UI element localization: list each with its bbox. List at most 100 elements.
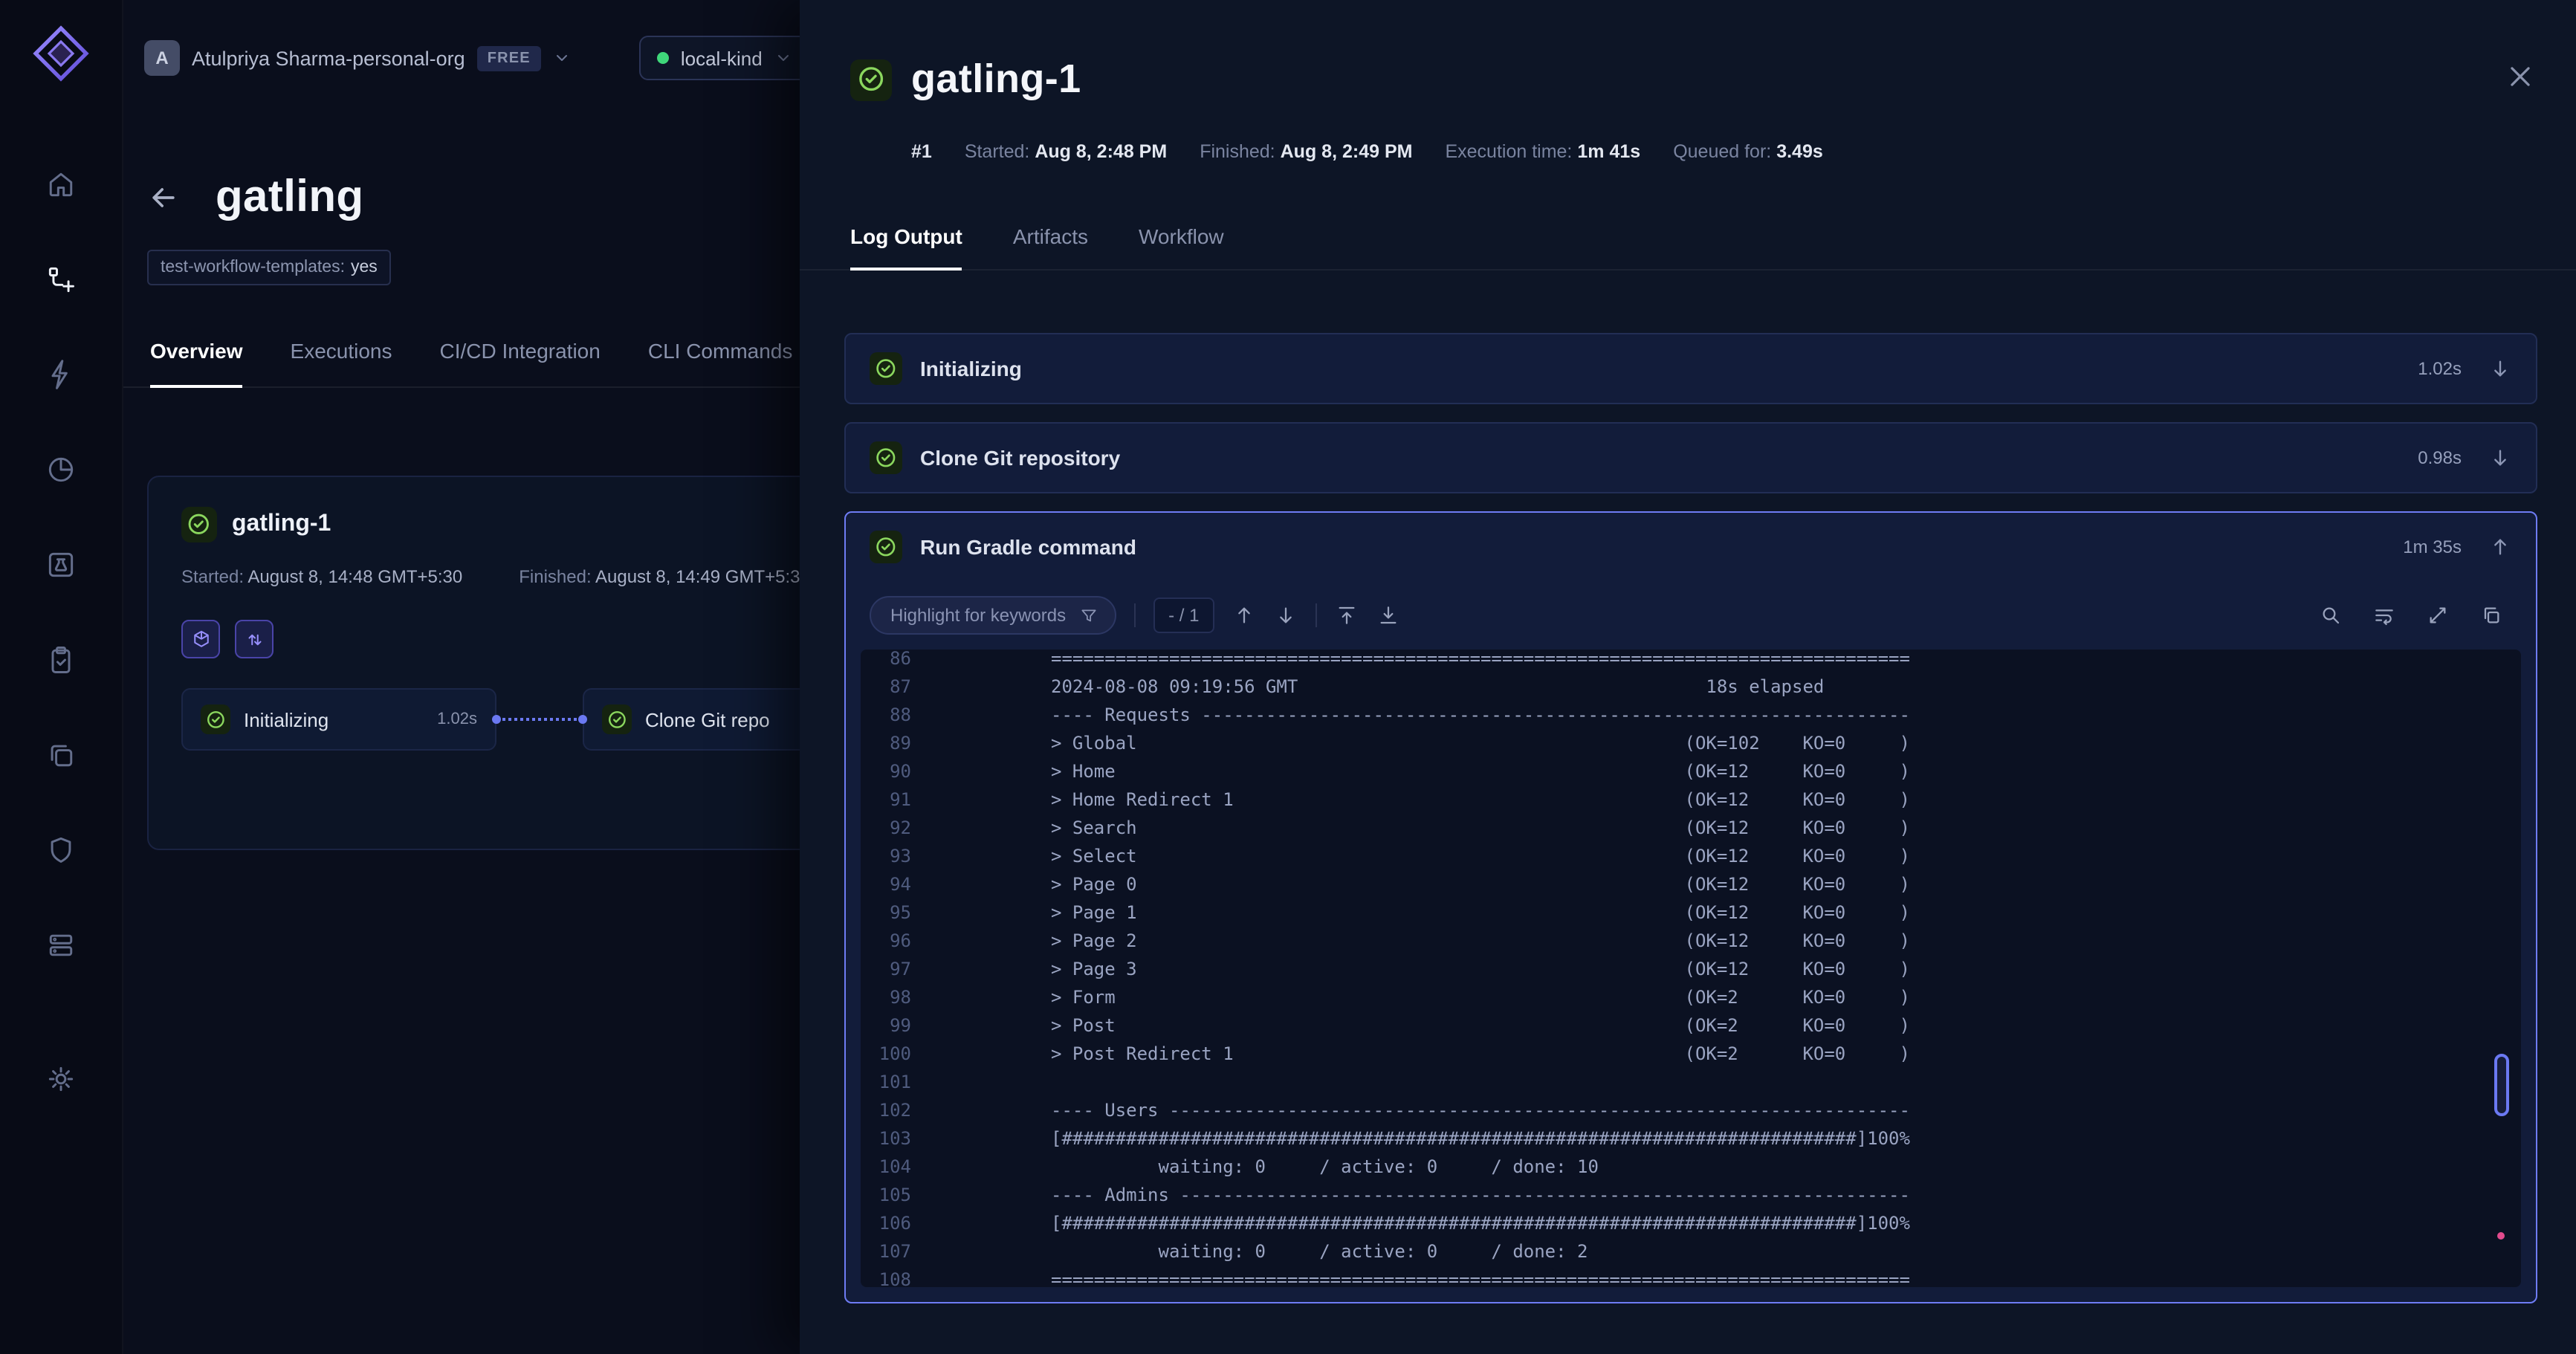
log-line-text: > Select (OK=12 KO=0 ) — [1051, 843, 1910, 871]
sidebar-item-workflows[interactable] — [31, 253, 91, 312]
log-line: 103 [###################################… — [861, 1125, 2521, 1153]
previous-match-button[interactable] — [1232, 603, 1255, 627]
log-line: 98 > Form (OK=2 KO=0 ) — [861, 984, 2521, 1012]
search-button[interactable] — [2319, 603, 2343, 627]
copy-log-button[interactable] — [2479, 603, 2503, 627]
tab-cli-commands[interactable]: CLI Commands — [648, 339, 793, 388]
app-logo-icon[interactable] — [31, 24, 91, 83]
log-line-text: [#######################################… — [1051, 1125, 1910, 1153]
log-scroll-area[interactable]: 86 =====================================… — [861, 650, 2521, 1287]
log-line: 86 =====================================… — [861, 650, 2521, 673]
log-line-number: 98 — [861, 984, 911, 1012]
sidebar-item-security[interactable] — [31, 823, 91, 883]
step-header[interactable]: Clone Git repository 0.98s — [846, 424, 2536, 492]
log-line-number: 106 — [861, 1210, 911, 1238]
environment-name: local-kind — [681, 47, 763, 69]
log-line-text: > Form (OK=2 KO=0 ) — [1051, 984, 1910, 1012]
scroll-to-bottom-button[interactable] — [1376, 603, 1399, 627]
cube-icon — [190, 628, 212, 650]
git-sync-badge[interactable] — [235, 620, 274, 658]
sidebar-item-triggers[interactable] — [31, 348, 91, 407]
clipboard-check-icon — [45, 643, 77, 683]
tag-label: test-workflow-templates: — [161, 259, 345, 276]
log-line-number: 108 — [861, 1266, 911, 1287]
log-line-text: > Page 0 (OK=12 KO=0 ) — [1051, 871, 1910, 899]
close-icon — [2506, 62, 2534, 91]
drawer-tabs: Log Output Artifacts Workflow — [800, 224, 2576, 271]
log-line-text: > Search (OK=12 KO=0 ) — [1051, 814, 1910, 843]
log-output: 86 =====================================… — [861, 650, 2521, 1287]
sidebar — [0, 0, 123, 1354]
flask-box-icon — [45, 548, 77, 588]
log-line: 93 > Select (OK=12 KO=0 ) — [861, 843, 2521, 871]
next-match-button[interactable] — [1273, 603, 1297, 627]
log-actions — [2319, 603, 2512, 627]
org-selector[interactable]: A Atulpriya Sharma-personal-org FREE — [144, 40, 571, 76]
error-marker-dot — [2497, 1232, 2505, 1240]
execution-drawer: gatling-1 #1 Started: Aug 8, 2:48 PM Fin… — [800, 0, 2576, 1354]
arrow-to-top-icon — [1334, 603, 1358, 627]
log-line-number: 100 — [861, 1040, 911, 1069]
home-icon — [45, 167, 77, 207]
container-badge[interactable] — [181, 620, 220, 658]
log-line-number: 92 — [861, 814, 911, 843]
success-check-icon — [870, 441, 902, 474]
arrow-to-bottom-icon — [1376, 603, 1399, 627]
arrows-up-down-icon — [243, 628, 265, 650]
sidebar-item-home[interactable] — [31, 158, 91, 217]
sidebar-item-settings[interactable] — [31, 1052, 91, 1112]
tab-cicd-integration[interactable]: CI/CD Integration — [440, 339, 601, 388]
sidebar-item-tests[interactable] — [31, 538, 91, 597]
toolbar-divider — [1315, 603, 1316, 627]
sidebar-nav — [31, 158, 91, 1112]
org-name: Atulpriya Sharma-personal-org — [192, 47, 465, 69]
workflow-node-initializing[interactable]: Initializing 1.02s — [181, 688, 496, 751]
environment-selector[interactable]: local-kind — [639, 36, 810, 80]
expand-step-button[interactable] — [2488, 446, 2512, 470]
back-button[interactable] — [147, 181, 180, 214]
tab-artifacts[interactable]: Artifacts — [1013, 224, 1088, 271]
drawer-header: gatling-1 — [800, 0, 2576, 103]
log-line: 102 ---- Users -------------------------… — [861, 1097, 2521, 1125]
collapse-step-button[interactable] — [2488, 535, 2512, 559]
tab-overview[interactable]: Overview — [150, 339, 243, 388]
tab-workflow[interactable]: Workflow — [1139, 224, 1224, 271]
log-line-number: 91 — [861, 786, 911, 814]
log-line-number: 90 — [861, 758, 911, 786]
step-header[interactable]: Initializing 1.02s — [846, 334, 2536, 403]
sidebar-item-templates[interactable] — [31, 728, 91, 788]
close-button[interactable] — [2506, 62, 2534, 95]
sidebar-item-executions[interactable] — [31, 633, 91, 693]
log-line-text: ========================================… — [1051, 650, 1910, 673]
tab-executions[interactable]: Executions — [291, 339, 392, 388]
arrow-down-icon — [2488, 446, 2512, 470]
log-line-number: 102 — [861, 1097, 911, 1125]
log-toolbar: Highlight for keywords - / 1 — [846, 581, 2536, 650]
expand-step-button[interactable] — [2488, 357, 2512, 380]
log-line-text: > Post (OK=2 KO=0 ) — [1051, 1012, 1910, 1040]
scroll-to-top-button[interactable] — [1334, 603, 1358, 627]
log-scrollbar-thumb[interactable] — [2494, 1054, 2509, 1116]
highlight-keywords-input[interactable]: Highlight for keywords — [870, 596, 1116, 635]
org-avatar: A — [144, 40, 180, 76]
log-line: 107 waiting: 0 / active: 0 / done: 2 — [861, 1238, 2521, 1266]
log-line: 100 > Post Redirect 1 (OK=2 KO=0 ) — [861, 1040, 2521, 1069]
log-line-number: 101 — [861, 1069, 911, 1097]
sidebar-item-agents[interactable] — [31, 919, 91, 978]
tag-value: yes — [351, 259, 378, 276]
log-line-number: 103 — [861, 1125, 911, 1153]
wrap-lines-button[interactable] — [2372, 603, 2396, 627]
log-line-number: 86 — [861, 650, 911, 673]
tab-log-output[interactable]: Log Output — [850, 224, 962, 271]
log-line: 97 > Page 3 (OK=12 KO=0 ) — [861, 956, 2521, 984]
log-line: 96 > Page 2 (OK=12 KO=0 ) — [861, 927, 2521, 956]
log-line: 88 ---- Requests -----------------------… — [861, 702, 2521, 730]
sidebar-item-insights[interactable] — [31, 443, 91, 502]
log-line-text: ========================================… — [1051, 1266, 1910, 1287]
log-viewer: Highlight for keywords - / 1 — [846, 581, 2536, 1302]
fullscreen-button[interactable] — [2426, 603, 2450, 627]
log-line: 95 > Page 1 (OK=12 KO=0 ) — [861, 899, 2521, 927]
step-header[interactable]: Run Gradle command 1m 35s — [846, 513, 2536, 581]
chevron-down-icon — [553, 49, 571, 67]
toolbar-divider — [1134, 603, 1136, 627]
